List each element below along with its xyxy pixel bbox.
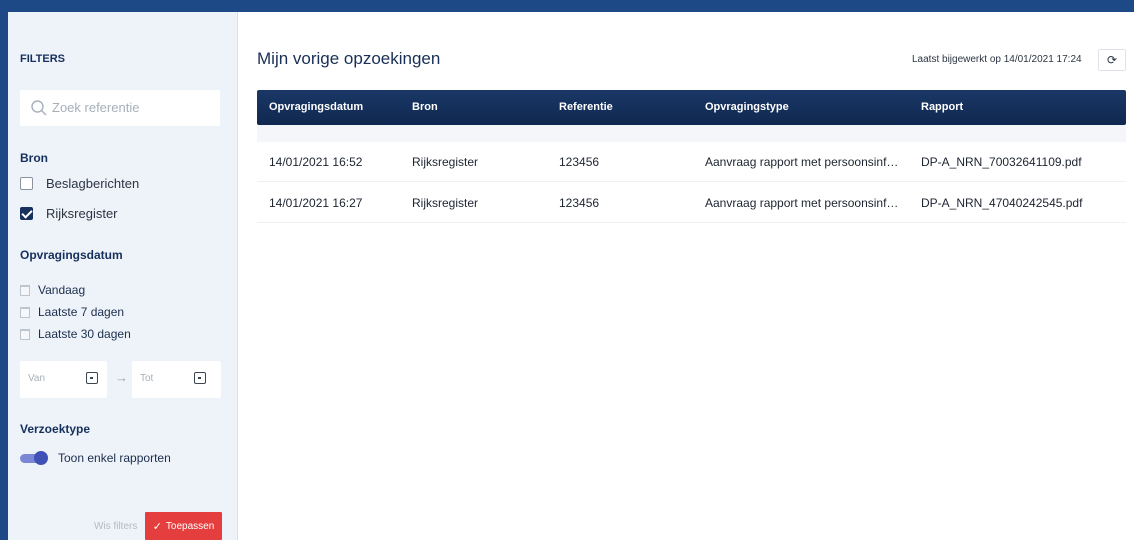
cell-referentie: 123456 (559, 155, 600, 169)
search-icon (31, 100, 47, 116)
cell-opvragingsdatum: 14/01/2021 16:27 (269, 196, 363, 210)
checkbox-rijksregister[interactable]: Rijksregister (20, 204, 118, 222)
table-row[interactable]: 14/01/2021 16:27 Rijksregister 123456 Aa… (257, 183, 1126, 223)
column-header-referentie[interactable]: Referentie (559, 101, 613, 113)
cell-opvragingstype: Aanvraag rapport met persoonsinf… (705, 155, 899, 169)
refresh-icon: ⟳ (1106, 53, 1118, 67)
date-from-input[interactable]: Van (20, 361, 107, 398)
filters-title: FILTERS (20, 53, 66, 65)
date-option-laatste-30-dagen[interactable]: Laatste 30 dagen (20, 326, 131, 342)
search-input[interactable]: Zoek referentie (20, 90, 220, 126)
column-header-opvragingstype[interactable]: Opvragingstype (705, 101, 789, 113)
toggle-toon-enkel-rapporten[interactable]: Toon enkel rapporten (20, 449, 171, 467)
calendar-icon (20, 328, 30, 340)
cell-referentie: 123456 (559, 196, 600, 210)
calendar-icon (86, 372, 98, 384)
clear-filters-button[interactable]: Wis filters (94, 521, 137, 532)
column-header-rapport[interactable]: Rapport (921, 101, 963, 113)
cell-rapport-link[interactable]: DP-A_NRN_47040242545.pdf (921, 196, 1082, 210)
cell-bron: Rijksregister (412, 196, 479, 210)
table-row[interactable]: 14/01/2021 16:52 Rijksregister 123456 Aa… (257, 142, 1126, 182)
date-option-vandaag[interactable]: Vandaag (20, 282, 85, 298)
toggle-label: Toon enkel rapporten (58, 451, 171, 465)
window-frame-top (0, 0, 1134, 12)
cell-opvragingstype: Aanvraag rapport met persoonsinf… (705, 196, 899, 210)
checkbox-beslagberichten-box[interactable] (20, 176, 33, 190)
checkbox-rijksregister-label: Rijksregister (46, 205, 118, 221)
calendar-icon (194, 372, 206, 384)
date-option-laatste-7-dagen[interactable]: Laatste 7 dagen (20, 304, 124, 320)
column-header-opvragingsdatum[interactable]: Opvragingsdatum (269, 101, 363, 113)
main-content: Mijn vorige opzoekingen Laatst bijgewerk… (239, 12, 1134, 540)
opvragingsdatum-label: Opvragingsdatum (20, 248, 123, 262)
range-arrow-icon: → (115, 370, 128, 385)
table-spacer (257, 125, 1126, 142)
page-title: Mijn vorige opzoekingen (257, 49, 441, 68)
bron-label: Bron (20, 151, 48, 165)
refresh-button[interactable]: ⟳ (1098, 49, 1126, 71)
last-updated-text: Laatst bijgewerkt op 14/01/2021 17:24 (912, 54, 1082, 65)
verzoektype-label: Verzoektype (20, 422, 91, 436)
cell-rapport-link[interactable]: DP-A_NRN_70032641109.pdf (921, 155, 1082, 169)
calendar-icon (20, 284, 30, 296)
apply-button[interactable]: ✓ Toepassen (145, 512, 222, 540)
cell-opvragingsdatum: 14/01/2021 16:52 (269, 155, 363, 169)
table-header: Opvragingsdatum Bron Referentie Opvragin… (257, 90, 1126, 125)
filter-sidebar: FILTERS Zoek referentie Bron Beslagberic… (8, 12, 238, 540)
date-from-placeholder: Van (28, 373, 46, 384)
apply-button-label: Toepassen (165, 520, 215, 532)
date-option-label: Vandaag (38, 283, 86, 297)
search-placeholder: Zoek referentie (52, 100, 140, 115)
checkbox-rijksregister-box[interactable] (20, 206, 33, 220)
checkbox-beslagberichten-label: Beslagberichten (46, 175, 140, 191)
date-option-label: Laatste 30 dagen (38, 327, 131, 341)
date-to-placeholder: Tot (140, 373, 154, 384)
column-header-bron[interactable]: Bron (412, 101, 438, 113)
window-frame-left (0, 0, 8, 540)
date-option-label: Laatste 7 dagen (38, 305, 125, 319)
checkbox-beslagberichten[interactable]: Beslagberichten (20, 174, 139, 192)
toggle-switch[interactable] (20, 451, 48, 465)
date-to-input[interactable]: Tot (132, 361, 221, 398)
check-icon: ✓ (152, 520, 162, 533)
calendar-icon (20, 306, 30, 318)
cell-bron: Rijksregister (412, 155, 479, 169)
